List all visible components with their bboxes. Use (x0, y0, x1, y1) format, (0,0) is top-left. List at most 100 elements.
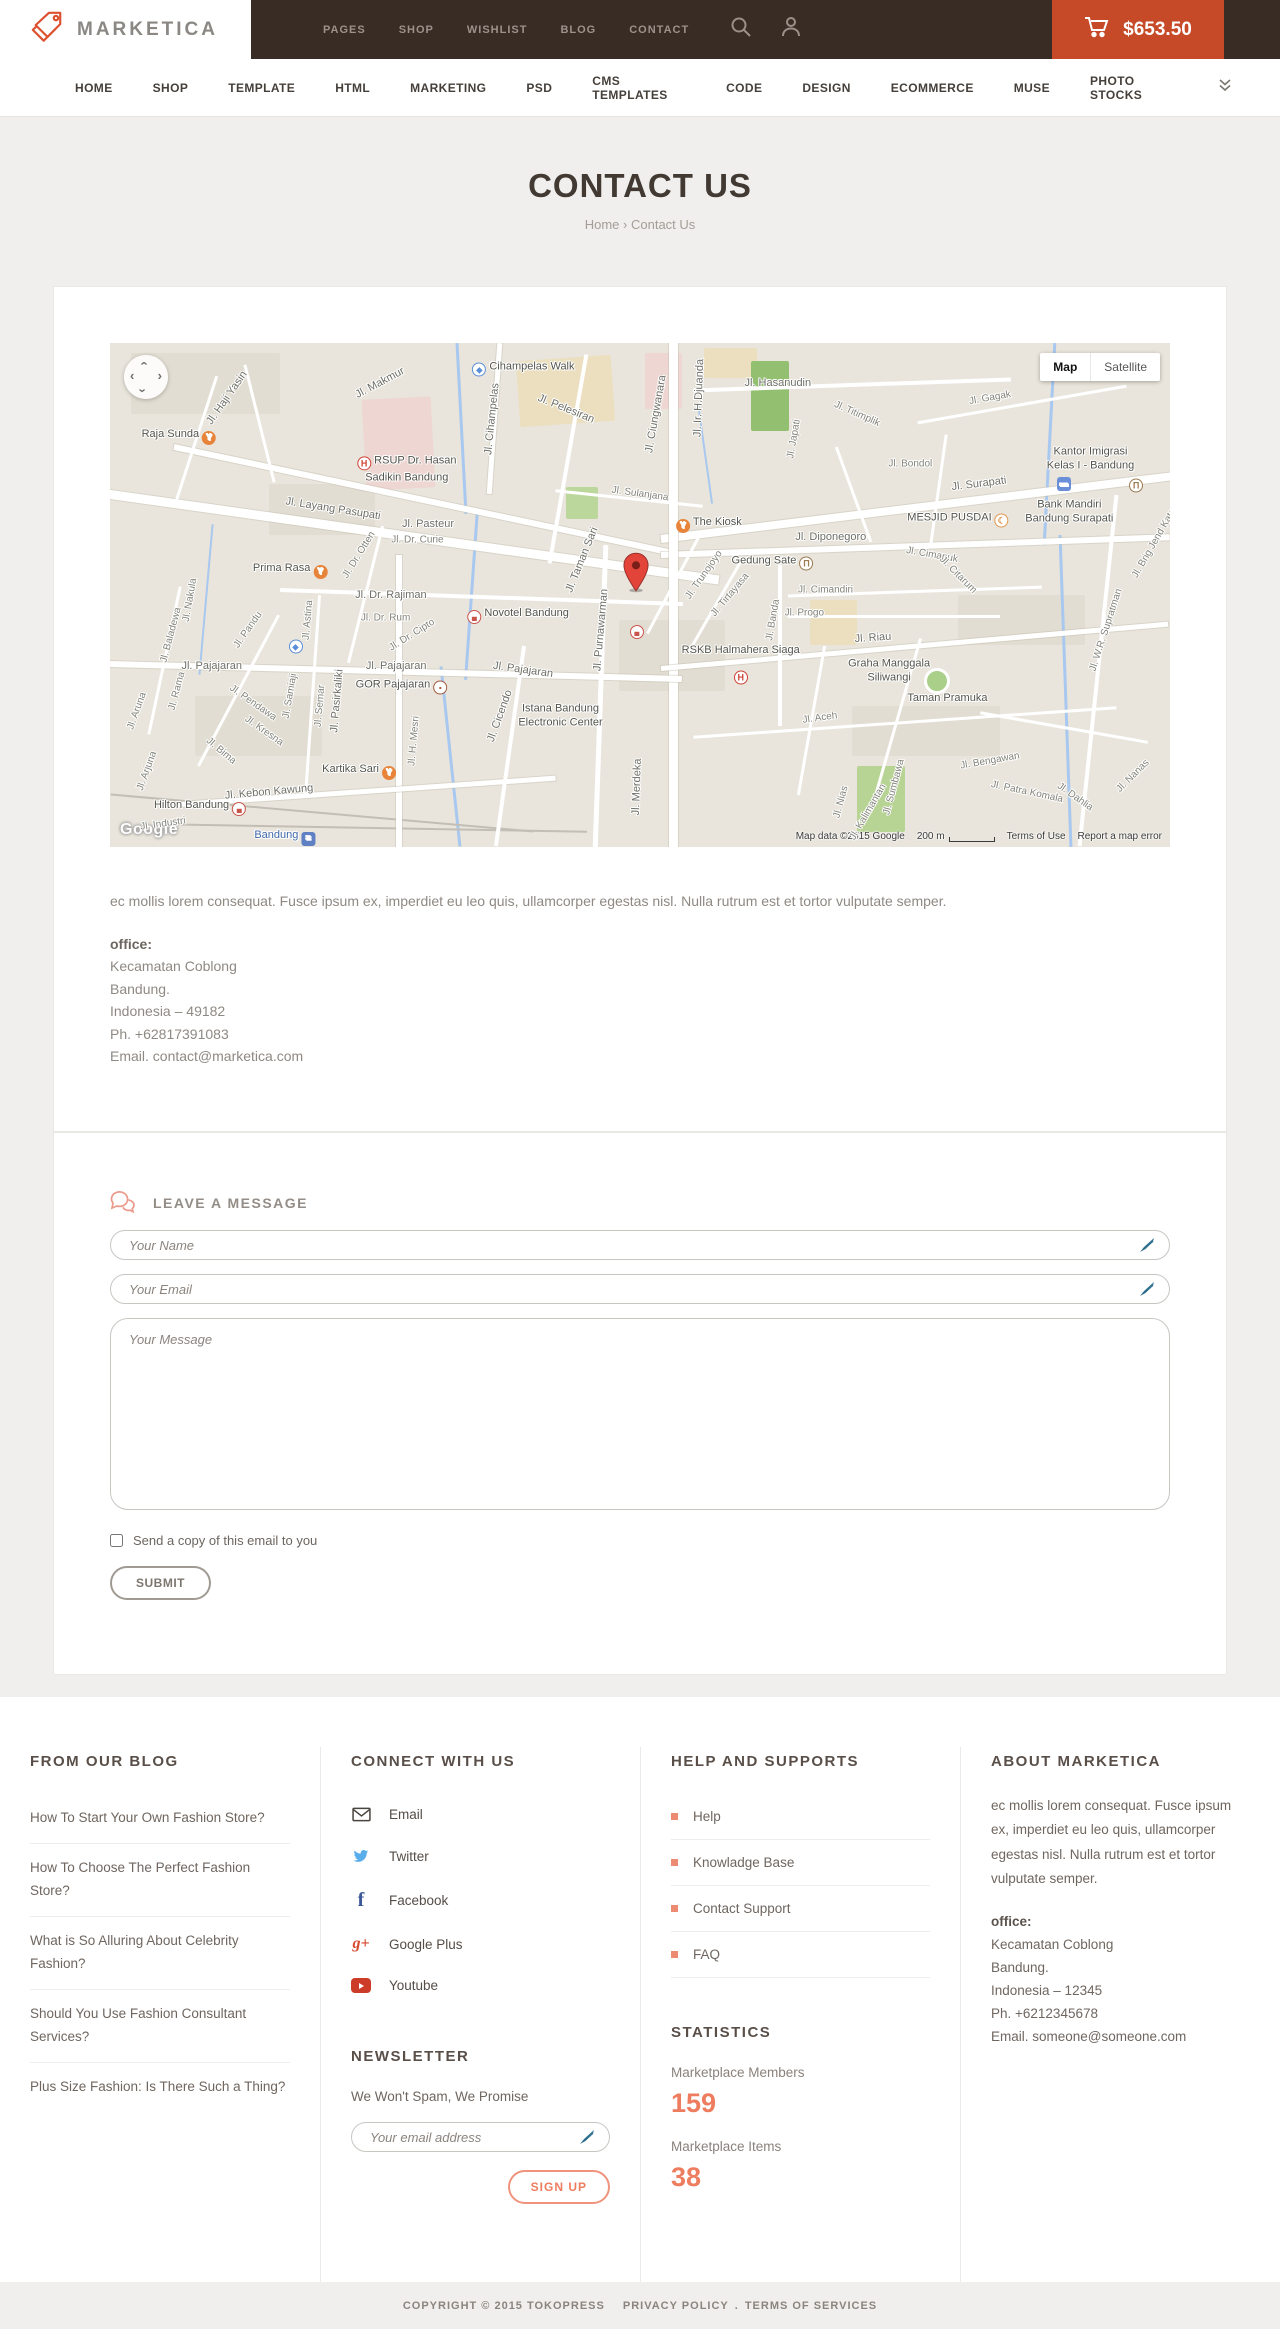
about-heading: ABOUT MARKETICA (991, 1753, 1161, 1770)
cat-template[interactable]: TEMPLATE (228, 81, 295, 95)
social-email-link[interactable]: Email (351, 1794, 610, 1835)
nav-contact[interactable]: CONTACT (629, 24, 689, 36)
terms-link[interactable]: TERMS OF SERVICES (745, 2300, 877, 2312)
email-input[interactable] (110, 1274, 1170, 1304)
cat-cms-templates[interactable]: CMS TEMPLATES (592, 74, 686, 102)
map-type-map-button[interactable]: Map (1040, 353, 1092, 381)
map-report-link[interactable]: Report a map error (1078, 831, 1162, 842)
privacy-policy-link[interactable]: PRIVACY POLICY (623, 2300, 729, 2312)
pan-left-icon[interactable]: ‹ (130, 368, 134, 383)
page-title: CONTACT US (528, 167, 752, 204)
bottom-bar: COPYRIGHT © 2015 TOKOPRESS PRIVACY POLIC… (0, 2282, 1280, 2329)
map-label: H (733, 667, 748, 685)
cat-psd[interactable]: PSD (526, 81, 552, 95)
map-marker-pin[interactable] (622, 552, 649, 598)
map-label: Kantor Imigrasi Kelas I - Bandung (1046, 445, 1135, 472)
blog-post-link[interactable]: How To Start Your Own Fashion Store? (30, 1794, 290, 1844)
cat-marketing[interactable]: MARKETING (410, 81, 486, 95)
nav-wishlist[interactable]: WISHLIST (467, 24, 528, 36)
signup-button[interactable]: SIGN UP (507, 2170, 610, 2204)
form-heading: LEAVE A MESSAGE (153, 1194, 309, 1211)
map-railway (163, 823, 587, 833)
social-youtube-link[interactable]: Youtube (351, 1965, 610, 2006)
map-label: Istana Bandung Electronic Center (518, 702, 603, 729)
submit-button[interactable]: SUBMIT (110, 1566, 211, 1600)
send-copy-checkbox[interactable] (110, 1534, 123, 1547)
blog-post-link[interactable]: What is So Alluring About Celebrity Fash… (30, 1917, 290, 1990)
cat-photo-stocks[interactable]: PHOTO STOCKS (1090, 74, 1178, 102)
form-heading-row: LEAVE A MESSAGE (110, 1189, 1170, 1216)
map-label: Jl. H. Mesri (406, 715, 422, 767)
stat-label: Marketplace Items (671, 2139, 782, 2154)
map-label: Jl. Pasteur (402, 518, 454, 531)
cat-code[interactable]: CODE (726, 81, 762, 95)
breadcrumb-separator: › (623, 217, 628, 232)
map-label: Jl. Bondol (888, 458, 933, 470)
about-text: ec mollis lorem consequat. Fusce ipsum e… (991, 1798, 1232, 1886)
map-label: Bandung ≡ (254, 828, 316, 846)
blog-post-link[interactable]: Should You Use Fashion Consultant Servic… (30, 1990, 290, 2063)
map-canvas[interactable]: › › ‹ › Map Satellite Google Map data ©2… (110, 343, 1170, 847)
cat-home[interactable]: HOME (75, 81, 113, 95)
hotel-icon: ▄ (629, 625, 644, 640)
map-label: Taman Pramuka (907, 692, 988, 705)
map-pan-control[interactable]: › › ‹ › (124, 355, 168, 399)
pan-up-icon[interactable]: › (136, 361, 151, 365)
search-icon[interactable] (729, 15, 753, 44)
map-label: Kartika Sari Y (322, 762, 397, 781)
help-link[interactable]: Contact Support (671, 1886, 930, 1932)
map-label: Graha Manggala Siliwangi (848, 657, 931, 684)
map-label: Jl. Dr. Rajiman (355, 588, 427, 601)
map-label: ◆ Cihampelas Walk (472, 360, 575, 377)
map-label: Jl. Pasirkaliki (327, 668, 346, 734)
pan-right-icon[interactable]: › (158, 368, 162, 383)
help-heading: HELP AND SUPPORTS (671, 1753, 860, 1770)
map-label: Jl. Titimplik (832, 398, 882, 429)
help-link[interactable]: FAQ (671, 1932, 930, 1978)
email-field-wrap (110, 1274, 1170, 1304)
pan-down-icon[interactable]: › (136, 388, 151, 392)
hosp-icon: H (733, 670, 748, 685)
send-copy-label: Send a copy of this email to you (133, 1533, 318, 1548)
office-label: office: (991, 1914, 1032, 1930)
blog-post-link[interactable]: Plus Size Fashion: Is There Such a Thing… (30, 2063, 290, 2112)
map-type-toggle: Map Satellite (1040, 353, 1160, 381)
map-terms-link[interactable]: Terms of Use (1007, 831, 1066, 842)
breadcrumb-home[interactable]: Home (585, 217, 620, 232)
help-link[interactable]: Help (671, 1794, 930, 1840)
nav-shop[interactable]: SHOP (399, 24, 434, 36)
blog-list: How To Start Your Own Fashion Store? How… (30, 1794, 290, 2112)
map-type-satellite-button[interactable]: Satellite (1091, 353, 1160, 381)
cat-ecommerce[interactable]: ECOMMERCE (891, 81, 974, 95)
help-link[interactable]: Knowladge Base (671, 1840, 930, 1886)
nav-pages[interactable]: PAGES (323, 24, 366, 36)
logo[interactable]: MARKETICA (0, 0, 251, 59)
header-icons (729, 0, 803, 59)
social-facebook-link[interactable]: f Facebook (351, 1877, 610, 1923)
page-header: CONTACT US Home › Contact Us (0, 117, 1280, 232)
category-nav: HOME SHOP TEMPLATE HTML MARKETING PSD CM… (0, 59, 1280, 117)
blog-post-link[interactable]: How To Choose The Perfect Fashion Store? (30, 1844, 290, 1917)
map-label: Jl. Patra Komala (989, 778, 1064, 805)
cat-html[interactable]: HTML (335, 81, 370, 95)
chevron-down-icon[interactable] (1218, 78, 1232, 97)
nav-blog[interactable]: BLOG (560, 24, 596, 36)
dot-icon: ▪ (433, 680, 448, 695)
name-input[interactable] (110, 1230, 1170, 1260)
cart-button[interactable]: $653.50 (1052, 0, 1224, 59)
cat-muse[interactable]: MUSE (1014, 81, 1050, 95)
hotel-icon: ▄ (467, 610, 482, 625)
map-park (751, 360, 790, 432)
message-textarea[interactable] (110, 1318, 1170, 1510)
office-email: Email. contact@marketica.com (110, 1047, 304, 1064)
cat-shop[interactable]: SHOP (153, 81, 189, 95)
social-googleplus-link[interactable]: g+ Google Plus (351, 1923, 610, 1965)
cat-design[interactable]: DESIGN (802, 81, 850, 95)
user-icon[interactable] (779, 15, 803, 44)
facebook-icon: f (357, 1889, 365, 1911)
social-twitter-link[interactable]: Twitter (351, 1835, 610, 1877)
stat-label: Marketplace Members (671, 2065, 805, 2080)
map-label: Gedung Sate Π (732, 554, 814, 571)
map-river (455, 343, 468, 515)
newsletter-email-input[interactable] (351, 2122, 610, 2152)
